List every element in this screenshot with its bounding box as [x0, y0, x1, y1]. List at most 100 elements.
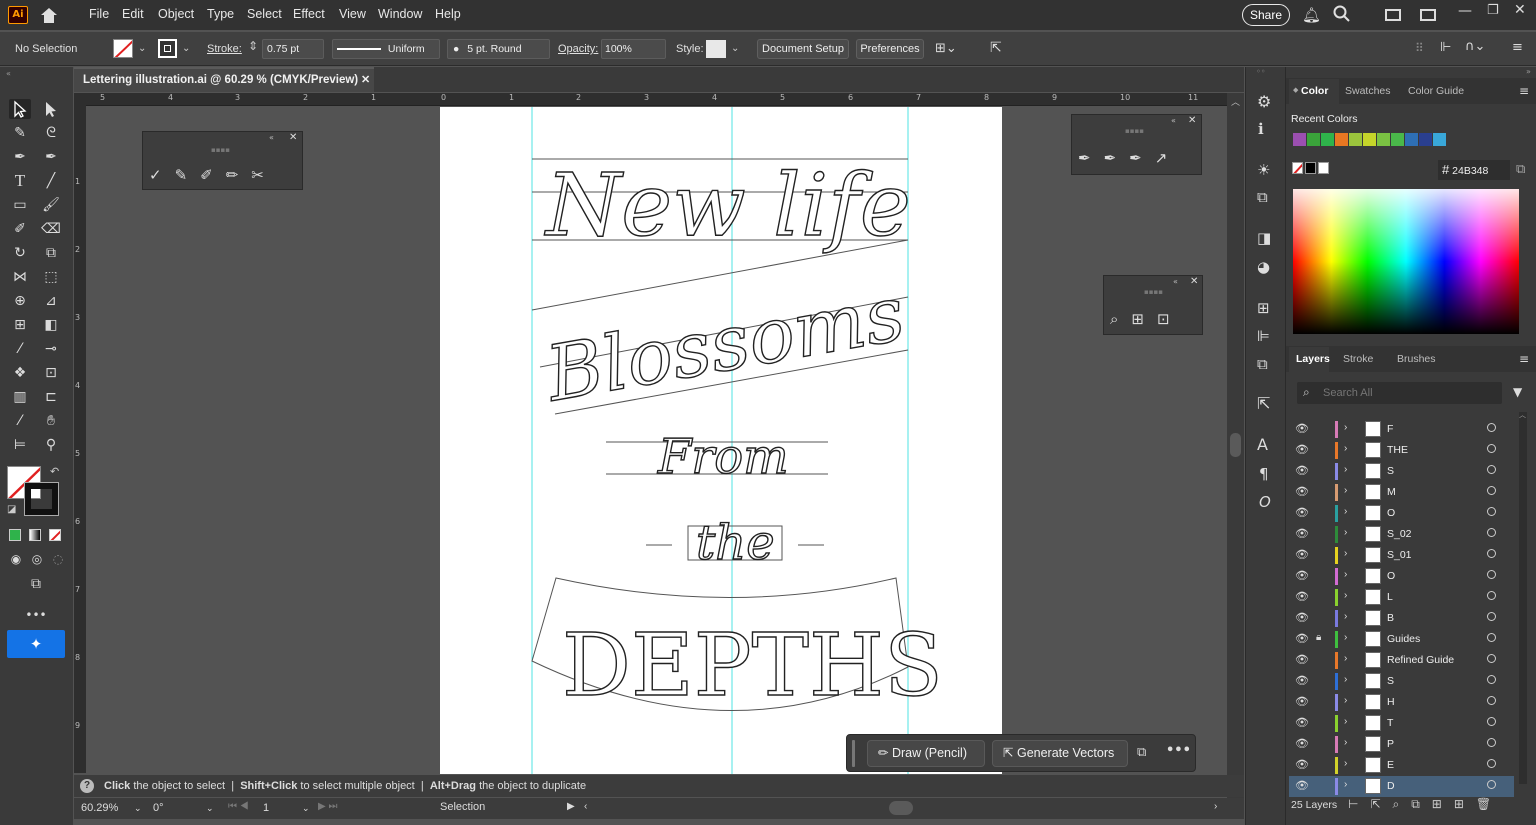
export-icon[interactable]: ⇱ [1257, 394, 1270, 413]
target-icon[interactable] [1487, 423, 1496, 432]
recent-color-swatch[interactable] [1363, 133, 1376, 146]
visibility-eye-icon[interactable]: 👁︎ [1295, 632, 1309, 645]
lettering-artwork[interactable]: New life Blossoms From the DEPTHS [440, 107, 1002, 774]
blend-tool-icon[interactable]: ⊸ [40, 339, 62, 359]
style-swatch[interactable] [706, 40, 726, 58]
recent-color-swatch[interactable] [1419, 133, 1432, 146]
close-window-icon[interactable]: ✕ [1514, 2, 1526, 18]
lock-icon[interactable]: 🔒︎ [1316, 632, 1321, 643]
menu-file[interactable]: File [89, 7, 109, 21]
rotate-tool-icon[interactable]: ↻ [9, 243, 31, 263]
rotate-view-tool-icon[interactable]: ⊨ [9, 435, 31, 455]
recent-color-swatch[interactable] [1293, 133, 1306, 146]
target-icon[interactable] [1487, 507, 1496, 516]
tab-color-guide[interactable]: Color Guide [1408, 85, 1464, 97]
layer-row[interactable]: 👁︎ › L [1289, 587, 1514, 608]
visibility-eye-icon[interactable]: 👁︎ [1295, 758, 1309, 771]
draw-pencil-button[interactable]: ✏︎ Draw (Pencil) [867, 740, 985, 767]
layer-row[interactable]: 👁︎ › O [1289, 503, 1514, 524]
transform-icon[interactable]: ⊩ [1440, 40, 1451, 55]
recent-color-swatch[interactable] [1433, 133, 1446, 146]
draw-normal-icon[interactable]: ◉ [5, 549, 27, 569]
status-menu-icon[interactable]: ▶ [567, 801, 575, 812]
expand-arrow-icon[interactable]: › [1344, 443, 1347, 454]
layers-search-field[interactable]: ⌕ [1297, 382, 1502, 404]
expand-arrow-icon[interactable]: › [1344, 737, 1347, 748]
expand-arrow-icon[interactable]: › [1344, 485, 1347, 496]
selection-tool-icon[interactable] [9, 99, 31, 119]
expand-arrow-icon[interactable]: › [1344, 506, 1347, 517]
artboard-number-field[interactable]: 1 ⌄ [260, 799, 312, 817]
draw-behind-icon[interactable]: ◎ [26, 549, 48, 569]
menu-select[interactable]: Select [247, 7, 282, 21]
edit-toolbar-icon[interactable]: ••• [25, 605, 47, 625]
menu-effect[interactable]: Effect [293, 7, 325, 21]
expand-arrow-icon[interactable]: › [1344, 590, 1347, 601]
align-panel-icon[interactable]: ⊫ [1257, 327, 1270, 345]
layers-footer-icons[interactable]: ⊢⇱⌕⧉⊞⊞🗑︎ [1348, 797, 1503, 812]
close-panel-icon[interactable]: ✕ [1190, 276, 1198, 287]
visibility-eye-icon[interactable]: 👁︎ [1295, 716, 1309, 729]
tab-brushes[interactable]: Brushes [1397, 353, 1436, 365]
recent-color-swatch[interactable] [1321, 133, 1334, 146]
style-dropdown-icon[interactable]: ⌄ [731, 43, 739, 54]
target-icon[interactable] [1487, 780, 1496, 789]
curvature-tool-icon[interactable]: ✒ [40, 147, 62, 167]
hex-field[interactable]: # 24B348 [1438, 160, 1510, 180]
free-transform-tool-icon[interactable]: ⬚ [40, 267, 62, 287]
collapse-panel-icon[interactable]: « [269, 133, 274, 142]
image-trace-icon[interactable]: ⧉ [1137, 745, 1146, 760]
minimize-icon[interactable]: — [1458, 3, 1472, 19]
path-icon[interactable]: ∩⌄ [1465, 39, 1485, 54]
scroll-right-icon[interactable]: › [1214, 801, 1217, 812]
layers-search-input[interactable] [1323, 384, 1493, 402]
target-icon[interactable] [1487, 549, 1496, 558]
target-icon[interactable] [1487, 465, 1496, 474]
pencil-tool-row-icons[interactable]: ✓✎✐✏✂ [149, 166, 277, 184]
width-tool-icon[interactable]: ⋈ [9, 267, 31, 287]
default-colors-icon[interactable]: ◪ [7, 504, 16, 515]
none-swatch[interactable] [1292, 162, 1303, 174]
target-icon[interactable] [1487, 654, 1496, 663]
color-mode-icon[interactable] [9, 529, 21, 541]
pen-tool-row-icons[interactable]: ✒✒✒↗ [1078, 149, 1180, 167]
layer-row[interactable]: 👁︎ › E [1289, 755, 1514, 776]
live-paint-tool-icon[interactable]: ⊡ [40, 363, 62, 383]
black-swatch[interactable] [1305, 162, 1316, 174]
layer-row[interactable]: 👁︎ 🔒︎ › Guides [1289, 629, 1514, 650]
arrange-documents-icon[interactable]: ⊞⌄ [935, 41, 957, 56]
fill-dropdown-icon[interactable]: ⌄ [138, 43, 146, 54]
workspace-icon[interactable] [1385, 9, 1401, 21]
menu-help[interactable]: Help [435, 7, 461, 21]
hscroll-thumb[interactable] [889, 801, 913, 815]
target-icon[interactable] [1487, 696, 1496, 705]
mesh-tool-icon[interactable]: ⊞ [9, 315, 31, 335]
layer-row[interactable]: 👁︎ › Refined Guide [1289, 650, 1514, 671]
eyedropper-tool-icon[interactable]: ⁄ [9, 339, 31, 359]
type-tool-icon[interactable]: T [9, 171, 31, 191]
stroke-dropdown-icon[interactable]: ⌄ [182, 43, 190, 54]
zoom-tool-icon[interactable]: ⚲ [40, 435, 62, 455]
visibility-eye-icon[interactable]: 👁︎ [1295, 674, 1309, 687]
visibility-eye-icon[interactable]: 👁︎ [1295, 485, 1309, 498]
home-icon[interactable] [38, 5, 60, 25]
layer-row[interactable]: 👁︎ › S [1289, 671, 1514, 692]
recent-color-swatch[interactable] [1391, 133, 1404, 146]
scale-tool-icon[interactable]: ⧉ [40, 243, 62, 263]
share-document-icon[interactable]: ⇱ [990, 40, 1002, 56]
layer-row[interactable]: 👁︎ › F [1289, 419, 1514, 440]
column-graph-tool-icon[interactable]: ▥ [9, 387, 31, 407]
bell-icon[interactable]: 🔔︎ [1302, 6, 1321, 24]
target-icon[interactable] [1487, 759, 1496, 768]
target-icon[interactable] [1487, 738, 1496, 747]
expand-arrow-icon[interactable]: › [1344, 632, 1347, 643]
layer-row[interactable]: 👁︎ › THE [1289, 440, 1514, 461]
target-icon[interactable] [1487, 486, 1496, 495]
grip-icon[interactable]: ▪▪▪▪ [211, 146, 230, 154]
transform-panel-icon[interactable]: ⊞ [1257, 299, 1270, 317]
symbol-sprayer-tool-icon[interactable]: ❖ [9, 363, 31, 383]
artboard[interactable]: New life Blossoms From the DEPTHS [440, 107, 1002, 774]
tab-stroke[interactable]: Stroke [1343, 353, 1373, 365]
artboard-tool-row-icons[interactable]: ⌕⊞⊡ [1110, 310, 1183, 328]
share-button[interactable]: Share [1242, 4, 1290, 26]
